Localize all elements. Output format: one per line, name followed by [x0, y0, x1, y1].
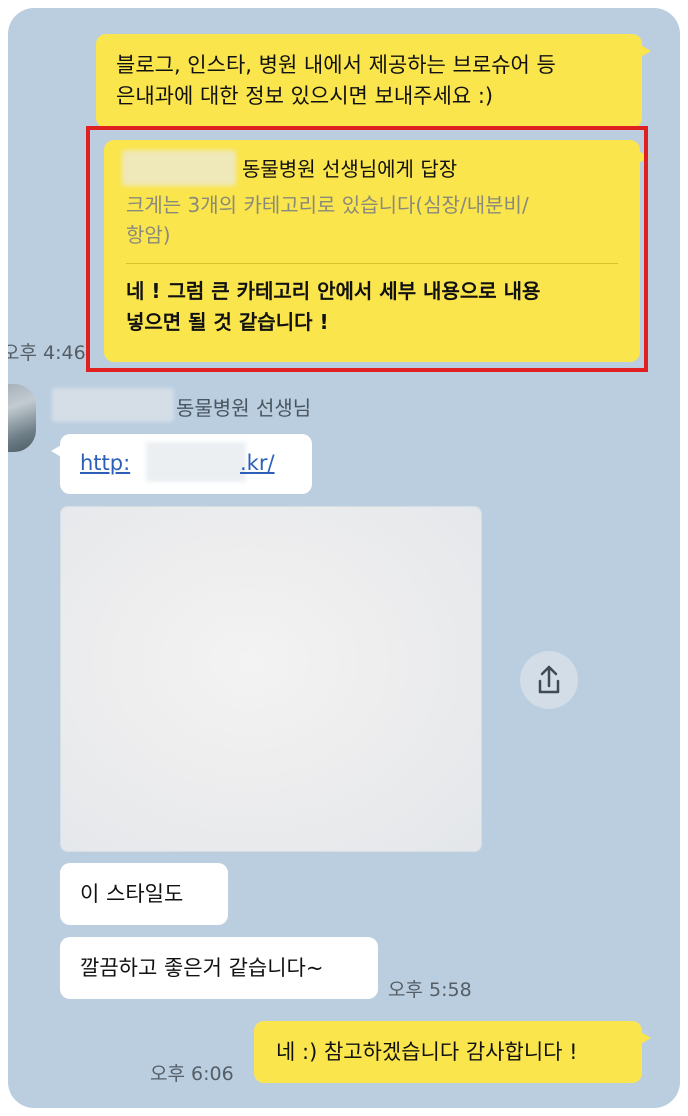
clean-timestamp: 오후 5:58 — [388, 979, 472, 1001]
sender-name-text: 동물병원 선생님 — [176, 396, 312, 420]
message-text: 네 :) 참고하겠습니다 감사합니다 ! — [276, 1040, 578, 1064]
highlight-box — [86, 126, 648, 372]
message-line: 블로그, 인스타, 병원 내에서 제공하는 브로슈어 등 — [116, 53, 556, 77]
avatar[interactable] — [8, 384, 36, 452]
my-message-thanks[interactable]: 네 :) 참고하겠습니다 감사합니다 ! — [254, 1021, 651, 1083]
message-text: 깔끔하고 좋은거 같습니다~ — [80, 956, 324, 980]
their-message-link[interactable]: http: .kr/ — [51, 434, 312, 494]
blurred-link — [146, 442, 246, 482]
reply-timestamp: 오후 4:46 — [8, 342, 86, 364]
chat-window: 블로그, 인스타, 병원 내에서 제공하는 브로슈어 등 은내과에 대한 정보 … — [8, 8, 680, 1108]
blurred-name — [52, 388, 174, 422]
share-icon — [538, 665, 560, 694]
their-message-clean[interactable]: 깔끔하고 좋은거 같습니다~ — [60, 937, 378, 999]
message-text: 이 스타일도 — [80, 882, 184, 906]
their-message-style[interactable]: 이 스타일도 — [60, 863, 228, 925]
share-button[interactable] — [520, 651, 578, 709]
thanks-timestamp: 오후 6:06 — [150, 1063, 234, 1085]
my-message-request[interactable]: 블로그, 인스타, 병원 내에서 제공하는 브로슈어 등 은내과에 대한 정보 … — [96, 34, 651, 128]
message-line: 은내과에 대한 정보 있으시면 보내주세요 :) — [116, 84, 494, 108]
link-prefix[interactable]: http: — [80, 448, 130, 479]
shared-image[interactable] — [60, 506, 482, 852]
link-suffix[interactable]: .kr/ — [240, 448, 275, 479]
